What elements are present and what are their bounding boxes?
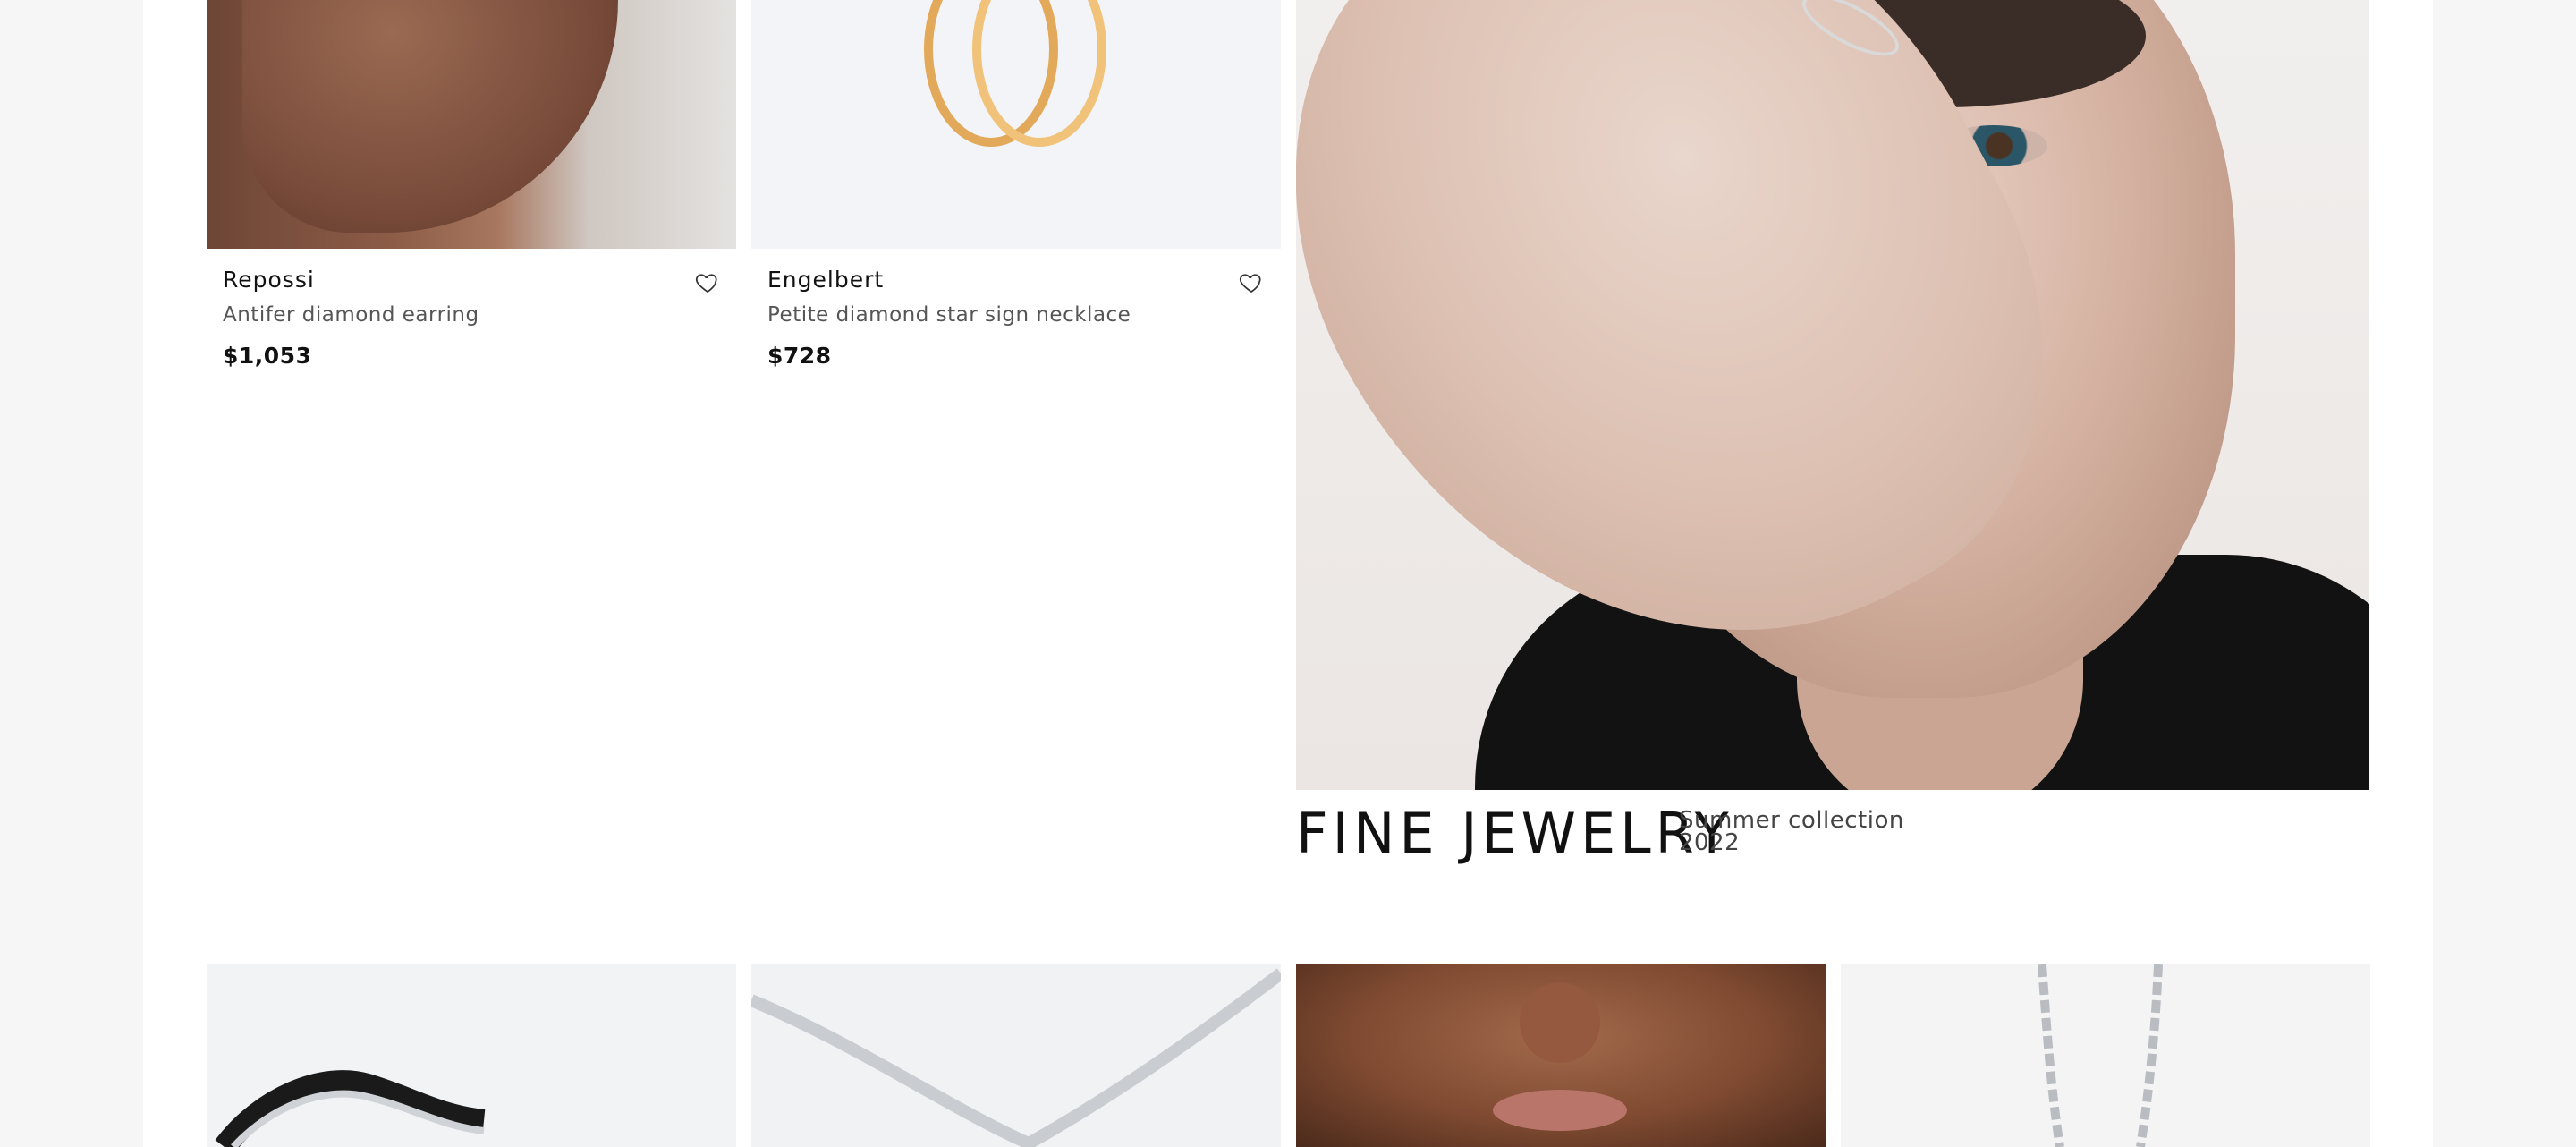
silver-choker-image bbox=[751, 968, 1281, 1147]
product-image-repossi[interactable] bbox=[207, 0, 736, 249]
campaign-subtitle-year: 2022 bbox=[1679, 829, 1741, 856]
campaign-subtitle: Summer collection 2022 bbox=[1679, 809, 1904, 856]
campaign-title[interactable]: FINE JEWELRY bbox=[1296, 801, 1733, 866]
hand-image bbox=[242, 0, 618, 233]
heart-icon[interactable] bbox=[694, 269, 721, 296]
product-brand[interactable]: Repossi bbox=[223, 267, 724, 293]
product-description[interactable]: Petite diamond star sign necklace bbox=[767, 303, 1268, 327]
product-image-silver-choker[interactable] bbox=[751, 964, 1281, 1147]
product-image-silver-ring[interactable] bbox=[207, 964, 736, 1147]
portrait-lips bbox=[1493, 1090, 1627, 1131]
product-description[interactable]: Antifer diamond earring bbox=[223, 303, 724, 327]
silver-chain-image bbox=[2038, 964, 2163, 1147]
gold-hoops-image bbox=[924, 0, 1106, 147]
product-brand[interactable]: Engelbert bbox=[767, 267, 1268, 293]
heart-icon[interactable] bbox=[1238, 269, 1265, 296]
product-price: $1,053 bbox=[223, 343, 312, 369]
silver-ring-image bbox=[215, 1070, 486, 1147]
campaign-portrait-image[interactable] bbox=[1296, 964, 1826, 1147]
product-image-engelbert[interactable] bbox=[751, 0, 1281, 249]
portrait-nose bbox=[1520, 982, 1600, 1063]
product-card-repossi[interactable]: Repossi Antifer diamond earring $1,053 bbox=[223, 267, 724, 369]
product-image-silver-chain[interactable] bbox=[1841, 964, 2370, 1147]
campaign-image[interactable] bbox=[1296, 0, 2369, 790]
product-card-engelbert[interactable]: Engelbert Petite diamond star sign neckl… bbox=[767, 267, 1268, 369]
product-price: $728 bbox=[767, 343, 832, 369]
